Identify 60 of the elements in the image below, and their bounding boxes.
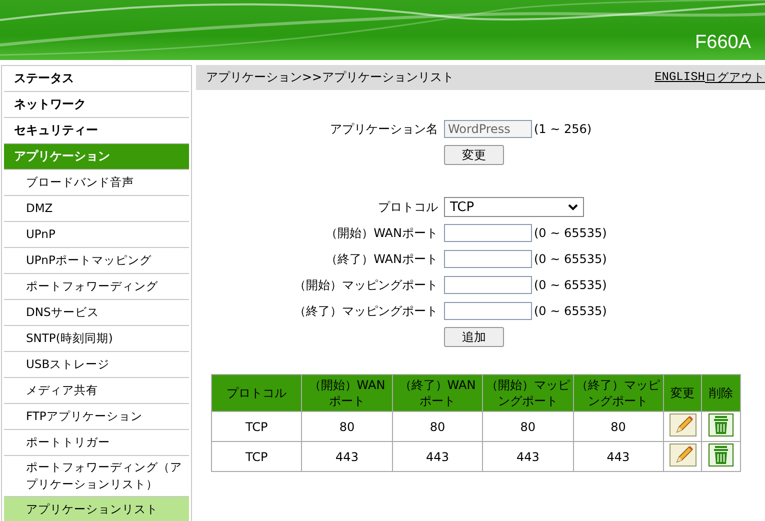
column-header: 削除 [702,374,740,412]
table-cell: 80 [392,412,483,442]
column-header: （開始）マッピングポート [482,374,574,412]
range-hint: (0 ~ 65535) [534,304,607,318]
range-hint: (0 ~ 65535) [534,278,607,292]
table-cell: 80 [573,412,664,442]
protocol-select[interactable]: TCP [444,197,584,217]
table-cell: 443 [573,442,664,472]
range-hint: (0 ~ 65535) [534,226,607,240]
add-button[interactable]: 追加 [444,327,504,347]
field-label: （終了）WANポート [324,250,439,268]
port-field[interactable] [444,250,532,268]
sidebar-subitem[interactable]: ポートフォワーディング [4,274,189,300]
app-name-field[interactable]: WordPress [444,120,532,138]
sidebar-subitem[interactable]: DMZ [4,196,189,222]
sidebar-subitem[interactable]: ポートトリガー [4,430,189,456]
sidebar-subitem[interactable]: FTPアプリケーション [4,404,189,430]
field-label: （終了）マッピングポート [293,302,439,320]
column-header: （開始）WANポート [302,374,392,412]
column-header: 変更 [663,374,702,412]
sidebar-subitem[interactable]: SNTP(時刻同期) [4,326,189,352]
breadcrumb: アプリケーション>>アプリケーションリスト [206,69,454,86]
field-label: （開始）WANポート [324,224,439,242]
range-hint: (0 ~ 65535) [534,252,607,266]
pencil-icon[interactable] [668,443,697,467]
trash-icon[interactable] [708,443,734,467]
table-cell: 443 [392,442,483,472]
table-cell: 443 [302,442,392,472]
field-label: （開始）マッピングポート [293,276,439,294]
table-cell: TCP [212,442,302,472]
table-cell: 80 [302,412,392,442]
change-button[interactable]: 変更 [444,145,504,165]
table-cell: 443 [482,442,574,472]
column-header: プロトコル [212,374,302,412]
sidebar-item[interactable]: アプリケーション [4,144,189,170]
port-field[interactable] [444,276,532,294]
sidebar-item[interactable]: ステータス [4,66,189,92]
column-header: （終了）WANポート [392,374,483,412]
header-link[interactable]: ログアウト [705,70,765,85]
sidebar-subitem[interactable]: アプリケーションリスト [4,497,189,521]
chevron-icon [568,204,578,210]
sidebar-subitem[interactable]: UPnPポートマッピング [4,248,189,274]
port-field[interactable] [444,224,532,242]
field-label: プロトコル [377,198,439,216]
trash-icon[interactable] [708,413,734,437]
sidebar-item[interactable]: ネットワーク [4,92,189,118]
table-cell: 80 [482,412,574,442]
field-label: アプリケーション名 [329,120,439,138]
sidebar-subitem[interactable]: DNSサービス [4,300,189,326]
sidebar-subitem[interactable]: USBストレージ [4,352,189,378]
pencil-icon[interactable] [668,413,697,437]
column-header: （終了）マッピングポート [573,374,664,412]
port-field[interactable] [444,302,532,320]
header-link[interactable]: ENGLISH [654,70,705,85]
sidebar-subitem[interactable]: ブロードバンド音声 [4,170,189,196]
sidebar-subitem[interactable]: メディア共有 [4,378,189,404]
range-hint: (1 ~ 256) [534,122,592,136]
model-name: F660A [695,32,751,54]
sidebar-subitem[interactable]: UPnP [4,222,189,248]
table-cell: TCP [212,412,302,442]
